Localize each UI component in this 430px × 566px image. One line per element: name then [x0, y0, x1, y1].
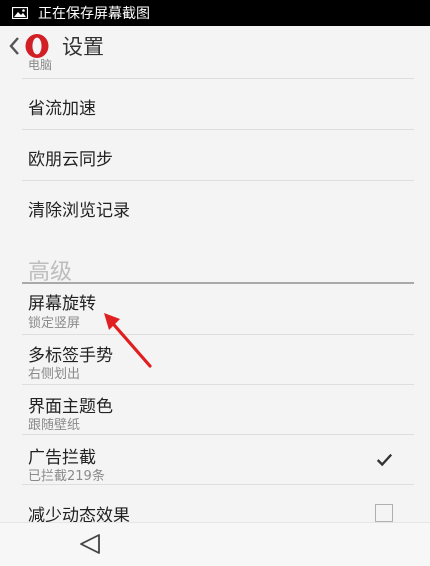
- checkbox-checked[interactable]: [375, 451, 393, 469]
- navigation-bar: [0, 522, 430, 566]
- setting-title: 省流加速: [28, 99, 96, 119]
- setting-row-tab-gesture[interactable]: 多标签手势 右侧划出: [0, 335, 430, 383]
- triangle-back-icon[interactable]: [78, 533, 102, 555]
- status-bar: 正在保存屏幕截图: [0, 0, 430, 26]
- picture-icon: [12, 7, 28, 19]
- setting-row-screen-rotation[interactable]: 屏幕旋转 锁定竖屏: [0, 284, 430, 332]
- setting-row-save-data[interactable]: 省流加速: [0, 79, 430, 129]
- setting-title: 清除浏览记录: [28, 201, 130, 221]
- setting-row-clear-history[interactable]: 清除浏览记录: [0, 181, 430, 231]
- status-text: 正在保存屏幕截图: [38, 6, 150, 22]
- page-title: 设置: [62, 35, 104, 59]
- cut-off-subtitle: 电脑: [28, 58, 53, 72]
- app-bar: 设置: [0, 26, 430, 66]
- setting-subtitle: 已拦截219条: [28, 469, 105, 484]
- setting-row-ad-block[interactable]: 广告拦截 已拦截219条: [0, 435, 430, 484]
- setting-row-reduce-motion[interactable]: 减少动态效果: [0, 485, 430, 526]
- setting-subtitle: 锁定竖屏: [28, 316, 81, 331]
- setting-row-cloud-sync[interactable]: 欧朋云同步: [0, 130, 430, 180]
- setting-title: 欧朋云同步: [28, 150, 113, 170]
- setting-subtitle: 右侧划出: [28, 367, 81, 382]
- setting-title: 屏幕旋转: [28, 294, 96, 314]
- setting-subtitle: 跟随壁纸: [28, 418, 81, 433]
- setting-row-theme-color[interactable]: 界面主题色 跟随壁纸: [0, 385, 430, 433]
- chevron-left-icon[interactable]: [8, 35, 20, 57]
- annotation-arrow-icon: [104, 313, 152, 368]
- checkbox-unchecked[interactable]: [375, 504, 393, 522]
